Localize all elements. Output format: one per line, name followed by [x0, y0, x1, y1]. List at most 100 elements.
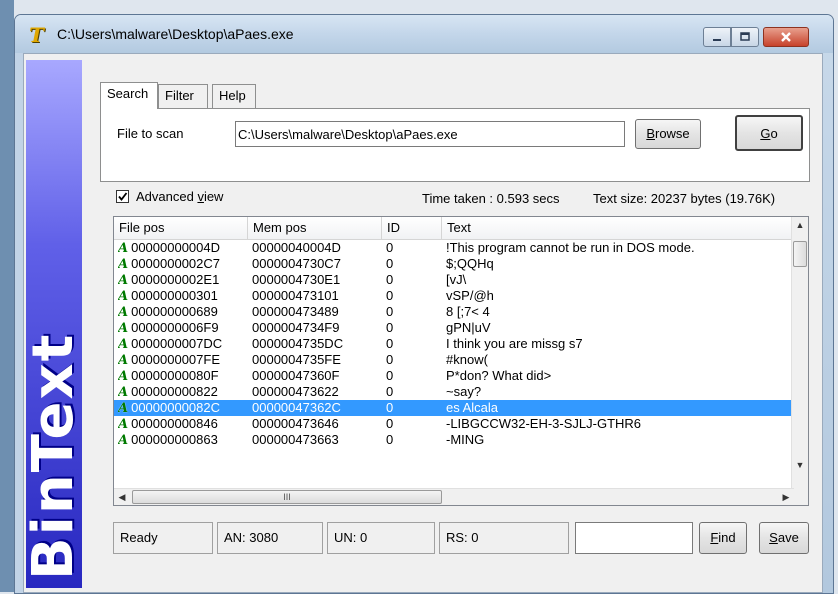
cell-text-value: $;QQHq [446, 256, 494, 271]
list-body: A 00000000004D 00000040004D 0 !This program … [114, 240, 794, 490]
cell-id: 0 [386, 336, 440, 352]
minimize-button[interactable] [703, 27, 731, 47]
vertical-scroll-thumb[interactable] [793, 241, 807, 267]
save-button[interactable]: Save [759, 522, 809, 554]
cell-mem-pos-value: 00000047360F [252, 368, 340, 383]
cell-id-value: 0 [386, 288, 394, 303]
window-title: C:\Users\malware\Desktop\aPaes.exe [57, 26, 294, 42]
cell-mem-pos-value: 0000004734F9 [252, 320, 340, 335]
cell-mem-pos-value: 0000004735FE [252, 352, 341, 367]
cell-text: [vJ\ [446, 272, 792, 288]
ascii-string-icon: A [118, 369, 129, 384]
cell-id-value: 0 [386, 432, 394, 447]
tab-search[interactable]: Search [100, 82, 158, 109]
cell-text: $;QQHq [446, 256, 792, 272]
cell-text-value: gPN|uV [446, 320, 491, 335]
cell-id-value: 0 [386, 304, 394, 319]
browse-button[interactable]: Browse [635, 119, 701, 149]
ascii-string-icon: A [118, 385, 129, 400]
table-row[interactable]: A 000000000689 000000473489 0 8 [;7< 4 [114, 304, 794, 320]
cell-file-pos: A 00000000082C [118, 400, 246, 416]
find-input[interactable] [575, 522, 693, 554]
cell-text-value: -LIBGCCW32-EH-3-SJLJ-GTHR6 [446, 416, 642, 431]
cell-text: -MING [446, 432, 792, 448]
horizontal-scrollbar[interactable]: ◀ III ▶ [114, 488, 794, 505]
text-size-text: Text size: 20237 bytes (19.76K) [593, 191, 776, 206]
cell-id: 0 [386, 368, 440, 384]
scroll-down-arrow-icon[interactable]: ▼ [792, 457, 808, 473]
column-header-id[interactable]: ID [382, 217, 442, 239]
table-row[interactable]: A 0000000007DC 0000004735DC 0 I think you ar… [114, 336, 794, 352]
vertical-scrollbar[interactable]: ▲ ▼ [791, 217, 808, 489]
column-header-file-pos[interactable]: File pos [114, 217, 248, 239]
column-header-text[interactable]: Text [442, 217, 794, 239]
cell-id: 0 [386, 400, 440, 416]
save-label-rest: ave [777, 530, 799, 545]
cell-file-pos-value: 0000000002E1 [131, 272, 220, 287]
time-taken-text: Time taken : 0.593 secs [422, 191, 560, 206]
cell-file-pos-value: 00000000080F [131, 368, 219, 383]
table-row[interactable]: A 000000000822 000000473622 0 ~say? [114, 384, 794, 400]
close-button[interactable] [763, 27, 809, 47]
cell-mem-pos-value: 000000473101 [252, 288, 339, 303]
desktop-background [0, 0, 14, 592]
cell-text: I think you are missg s7 [446, 336, 792, 352]
column-header-mem-pos[interactable]: Mem pos [248, 217, 382, 239]
cell-mem-pos: 00000047362C [252, 400, 380, 416]
horizontal-scroll-thumb[interactable]: III [132, 490, 442, 504]
table-row[interactable]: A 000000000863 000000473663 0 -MING [114, 432, 794, 448]
tab-help[interactable]: Help [212, 84, 256, 108]
cell-text-value: 8 [;7< 4 [446, 304, 490, 319]
cell-mem-pos-value: 000000473646 [252, 416, 339, 431]
cell-mem-pos-value: 0000004735DC [252, 336, 344, 351]
status-un-count: UN: 0 [327, 522, 435, 554]
cell-mem-pos: 00000047360F [252, 368, 380, 384]
cell-mem-pos: 0000004735FE [252, 352, 380, 368]
cell-mem-pos: 0000004735DC [252, 336, 380, 352]
ascii-string-icon: A [118, 353, 129, 368]
cell-file-pos: A 00000000080F [118, 368, 246, 384]
table-row[interactable]: A 0000000007FE 0000004735FE 0 #know( [114, 352, 794, 368]
advanced-view-label[interactable]: Advanced view [136, 189, 223, 204]
cell-mem-pos-value: 00000040004D [252, 240, 341, 255]
maximize-button[interactable] [731, 27, 759, 47]
strings-list-view[interactable]: File pos Mem pos ID Text A 00000000004D 00… [113, 216, 809, 506]
table-row[interactable]: A 00000000082C 00000047362C 0 es Alcala [114, 400, 794, 416]
go-button[interactable]: Go [735, 115, 803, 151]
cell-id-value: 0 [386, 368, 394, 383]
ascii-string-icon: A [118, 321, 129, 336]
status-an-count: AN: 3080 [217, 522, 323, 554]
table-row[interactable]: A 0000000002C7 0000004730C7 0 $;QQHq [114, 256, 794, 272]
title-bar[interactable]: T C:\Users\malware\Desktop\aPaes.exe [15, 15, 833, 53]
cell-mem-pos: 0000004730E1 [252, 272, 380, 288]
table-row[interactable]: A 00000000080F 00000047360F 0 P*don? What di… [114, 368, 794, 384]
table-row[interactable]: A 00000000004D 00000040004D 0 !This program … [114, 240, 794, 256]
cell-id: 0 [386, 352, 440, 368]
cell-id-value: 0 [386, 272, 394, 287]
table-row[interactable]: A 0000000002E1 0000004730E1 0 [vJ\ [114, 272, 794, 288]
bintext-app-icon: T [29, 23, 44, 47]
ascii-string-icon: A [118, 289, 129, 304]
cell-mem-pos: 0000004734F9 [252, 320, 380, 336]
cell-text-value: P*don? What did> [446, 368, 552, 383]
cell-file-pos-value: 0000000002C7 [131, 256, 221, 271]
cell-id: 0 [386, 272, 440, 288]
cell-text-value: [vJ\ [446, 272, 467, 287]
table-row[interactable]: A 0000000006F9 0000004734F9 0 gPN|uV [114, 320, 794, 336]
advanced-view-checkbox[interactable] [116, 190, 129, 203]
cell-file-pos: A 0000000006F9 [118, 320, 246, 336]
file-to-scan-input[interactable] [235, 121, 625, 147]
cell-mem-pos-value: 00000047362C [252, 400, 341, 415]
table-row[interactable]: A 000000000301 000000473101 0 vSP/@h [114, 288, 794, 304]
scroll-left-arrow-icon[interactable]: ◀ [114, 489, 130, 505]
table-row[interactable]: A 000000000846 000000473646 0 -LIBGCCW32-EH-… [114, 416, 794, 432]
tab-filter[interactable]: Filter [158, 84, 208, 108]
cell-id: 0 [386, 240, 440, 256]
banner-logo-text: BinText [21, 332, 86, 580]
find-button[interactable]: Find [699, 522, 747, 554]
bintext-window: T C:\Users\malware\Desktop\aPaes.exe Bin… [14, 14, 834, 594]
scroll-up-arrow-icon[interactable]: ▲ [792, 217, 808, 233]
cell-text-value: !This program cannot be run in DOS mode. [446, 240, 695, 255]
scroll-grip: III [283, 492, 291, 502]
go-label-rest: o [770, 126, 778, 141]
